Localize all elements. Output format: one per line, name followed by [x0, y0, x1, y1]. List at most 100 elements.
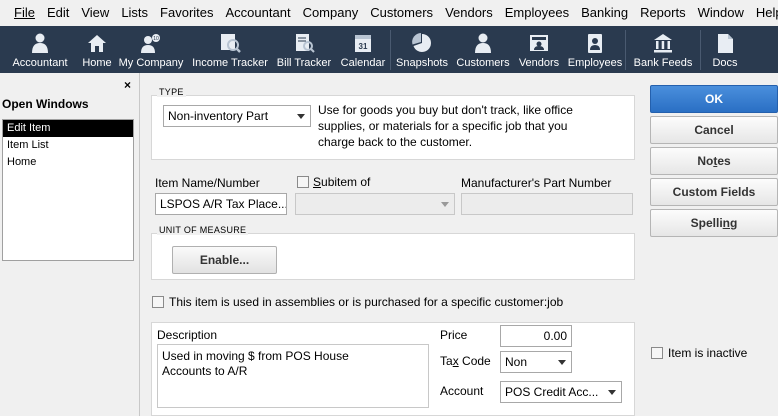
icon-bar: Accountant Home 10 My Company Income Tra…	[0, 26, 778, 73]
subitem-label-text: ubitem of	[321, 175, 371, 189]
description-label: Description	[157, 328, 218, 342]
spelling-button[interactable]: Spelling	[650, 209, 778, 237]
iconbar-bill-tracker[interactable]: Bill Tracker	[272, 26, 336, 73]
assemblies-label: This item is used in assemblies or is pu…	[169, 295, 564, 309]
iconbar-vendors[interactable]: Vendors	[513, 26, 565, 73]
my-company-icon: 10	[141, 34, 160, 53]
open-window-item[interactable]: Item List	[3, 137, 133, 154]
iconbar-calendar-label: Calendar	[340, 57, 386, 69]
iconbar-home[interactable]: Home	[80, 26, 114, 73]
iconbar-docs[interactable]: Docs	[701, 26, 749, 73]
chevron-down-icon	[558, 360, 566, 365]
open-window-item[interactable]: Edit Item	[3, 120, 133, 137]
open-window-item[interactable]: Home	[3, 154, 133, 171]
spelling-button-mnemonic: n	[722, 216, 730, 230]
account-select[interactable]: POS Credit Acc...	[500, 381, 622, 403]
iconbar-vendors-label: Vendors	[518, 57, 560, 69]
assemblies-checkbox[interactable]	[152, 296, 164, 308]
subitem-of-select[interactable]	[295, 193, 455, 215]
iconbar-snapshots[interactable]: Snapshots	[391, 26, 453, 73]
iconbar-customers[interactable]: Customers	[453, 26, 513, 73]
iconbar-accountant-label: Accountant	[12, 57, 68, 69]
home-icon	[88, 35, 106, 52]
subitem-label: Subitem of	[313, 175, 370, 189]
iconbar-my-company-label: My Company	[118, 57, 184, 69]
tax-code-label: Tax Code	[440, 354, 491, 368]
tax-code-value: Non	[505, 355, 528, 369]
menu-favorites[interactable]: Favorites	[154, 0, 219, 26]
cancel-button[interactable]: Cancel	[650, 116, 778, 144]
chevron-down-icon	[441, 202, 449, 207]
chevron-down-icon	[297, 114, 305, 119]
item-name-label: Item Name/Number	[155, 176, 260, 190]
iconbar-bank-feeds[interactable]: Bank Feeds	[626, 26, 700, 73]
calendar-icon: 31	[355, 35, 371, 52]
menu-company[interactable]: Company	[297, 0, 365, 26]
vendors-icon	[530, 35, 548, 51]
iconbar-my-company[interactable]: 10 My Company	[114, 26, 188, 73]
iconbar-employees[interactable]: Employees	[565, 26, 625, 73]
description-line: Used in moving $ from POS House	[162, 349, 349, 363]
menu-bar: File Edit View Lists Favorites Accountan…	[0, 0, 778, 26]
notes-button-text: No	[697, 154, 714, 168]
tax-code-label-text: Code	[458, 354, 491, 368]
type-description-line: supplies, or materials for a specific jo…	[318, 119, 568, 133]
bill-tracker-icon	[296, 34, 315, 53]
enable-uom-button[interactable]: Enable...	[172, 246, 277, 274]
iconbar-income-tracker-label: Income Tracker	[192, 57, 268, 69]
subitem-checkbox[interactable]	[297, 176, 309, 188]
menu-vendors[interactable]: Vendors	[439, 0, 499, 26]
income-tracker-icon	[221, 34, 241, 53]
menu-accountant[interactable]: Accountant	[220, 0, 297, 26]
manufacturer-label: Manufacturer's Part Number	[461, 176, 612, 190]
menu-reports[interactable]: Reports	[634, 0, 692, 26]
item-type-value: Non-inventory Part	[168, 109, 269, 123]
menu-lists[interactable]: Lists	[115, 0, 154, 26]
svg-text:31: 31	[359, 42, 368, 51]
open-windows-panel: × Open Windows Edit Item Item List Home	[0, 73, 140, 416]
item-type-select[interactable]: Non-inventory Part	[163, 105, 311, 127]
tax-code-label-text: Ta	[440, 354, 453, 368]
close-icon[interactable]: ×	[124, 78, 131, 92]
menu-customers[interactable]: Customers	[364, 0, 439, 26]
notes-button-text: es	[717, 154, 731, 168]
iconbar-snapshots-label: Snapshots	[396, 57, 448, 69]
menu-banking[interactable]: Banking	[575, 0, 634, 26]
item-name-field[interactable]: LSPOS A/R Tax Place...	[155, 193, 287, 215]
item-inactive-label: Item is inactive	[668, 346, 748, 360]
iconbar-accountant[interactable]: Accountant	[0, 26, 80, 73]
iconbar-employees-label: Employees	[567, 57, 623, 69]
type-label: TYPE	[157, 87, 186, 97]
tax-code-select[interactable]: Non	[500, 351, 572, 373]
spelling-button-text: Spelli	[690, 216, 723, 230]
docs-icon	[718, 34, 733, 53]
item-inactive-checkbox[interactable]	[651, 347, 663, 359]
snapshots-icon	[412, 33, 431, 52]
account-value: POS Credit Acc...	[505, 385, 599, 399]
open-windows-list: Edit Item Item List Home	[2, 119, 134, 261]
description-field[interactable]: Used in moving $ from POS House Accounts…	[157, 344, 429, 408]
iconbar-calendar[interactable]: 31 Calendar	[336, 26, 390, 73]
subitem-label-mnemonic: S	[313, 175, 322, 189]
iconbar-docs-label: Docs	[712, 57, 738, 69]
menu-help[interactable]: Help	[750, 0, 778, 26]
type-description: Use for goods you buy but don't track, l…	[318, 102, 573, 150]
menu-edit[interactable]: Edit	[41, 0, 75, 26]
price-field[interactable]: 0.00	[500, 325, 572, 347]
menu-file[interactable]: File	[8, 0, 41, 26]
notes-button[interactable]: Notes	[650, 147, 778, 175]
ok-button[interactable]: OK	[650, 85, 778, 113]
manufacturer-part-number-field[interactable]	[461, 193, 633, 215]
custom-fields-button[interactable]: Custom Fields	[650, 178, 778, 206]
spelling-button-text: g	[730, 216, 738, 230]
system-menu-icon[interactable]	[2, 6, 4, 20]
menu-view[interactable]: View	[75, 0, 115, 26]
employees-icon	[588, 34, 602, 53]
menu-employees[interactable]: Employees	[499, 0, 575, 26]
iconbar-bill-tracker-label: Bill Tracker	[276, 57, 332, 69]
menu-window[interactable]: Window	[692, 0, 750, 26]
type-description-line: charge back to the customer.	[318, 135, 473, 149]
accountant-icon	[32, 33, 48, 53]
customers-icon	[475, 33, 491, 53]
iconbar-income-tracker[interactable]: Income Tracker	[188, 26, 272, 73]
